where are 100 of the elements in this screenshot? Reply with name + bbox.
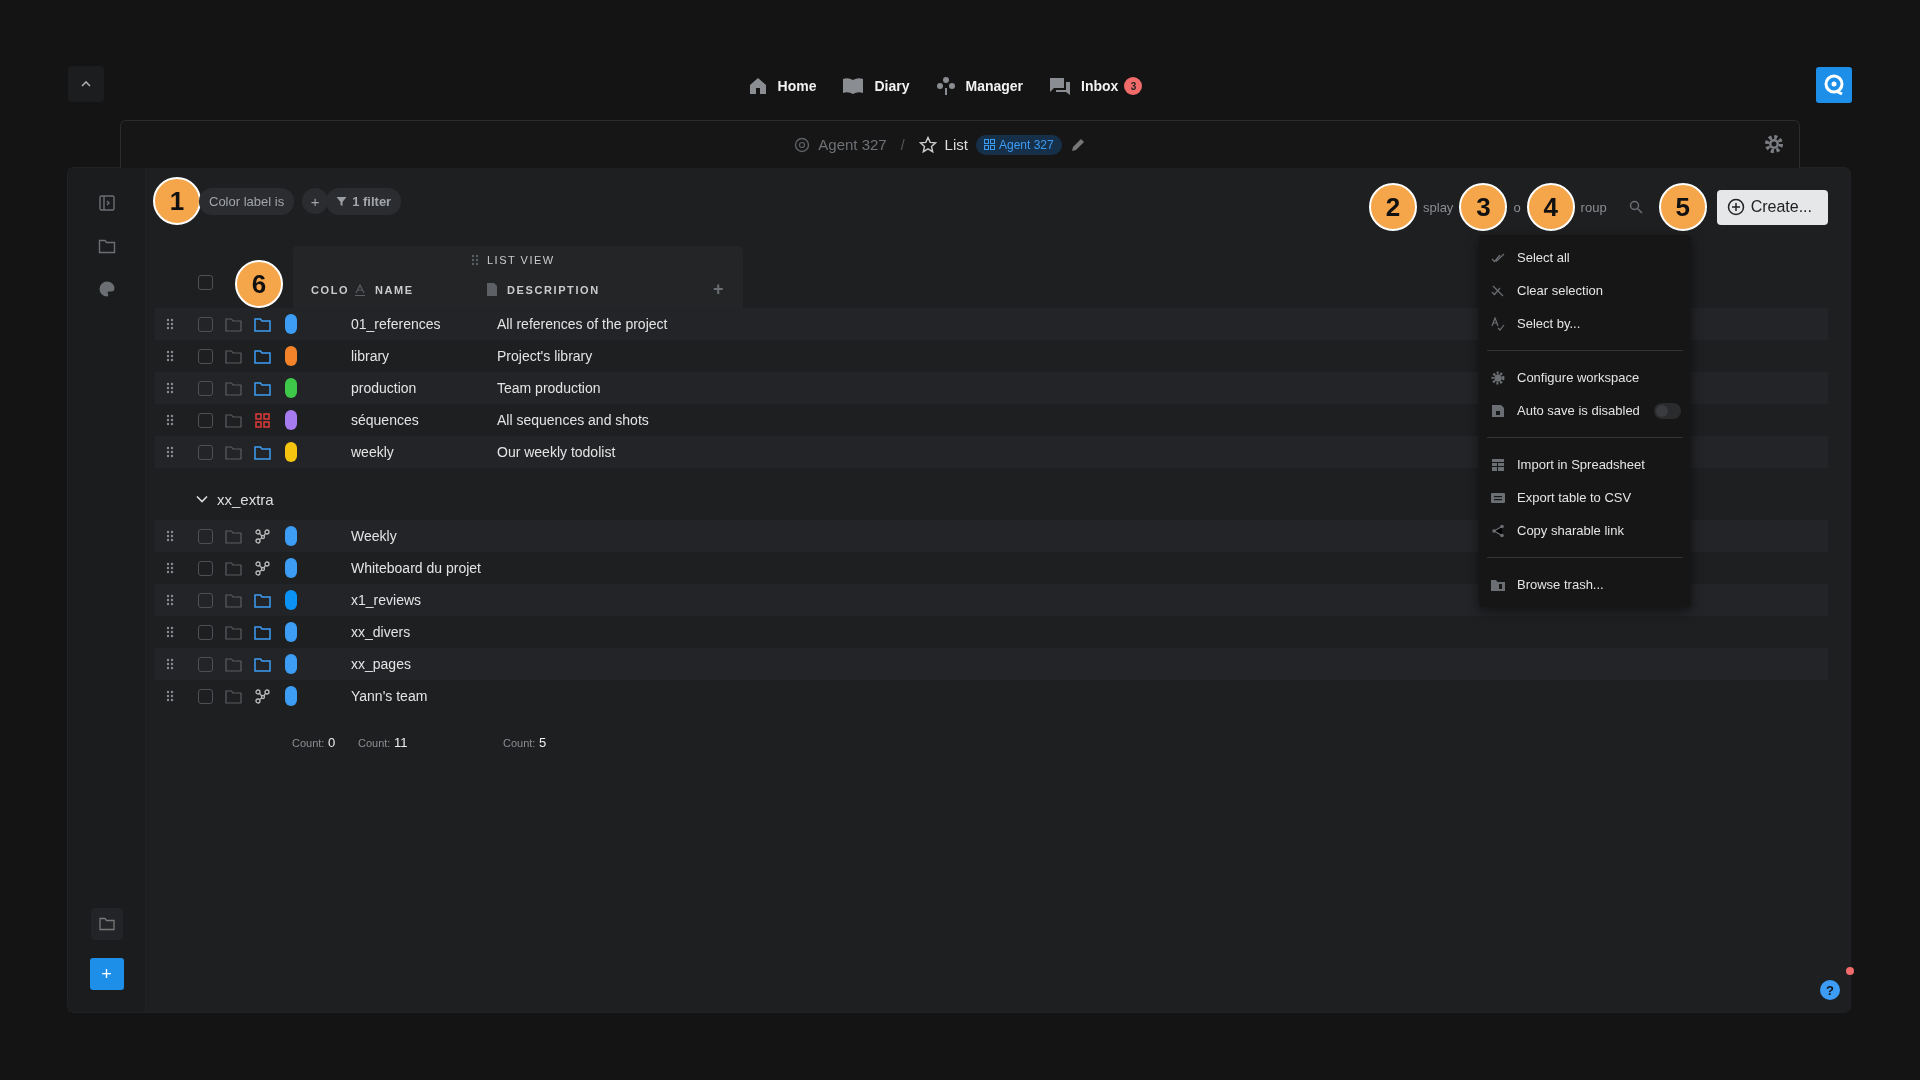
pencil-icon[interactable]: [1069, 136, 1086, 153]
color-label[interactable]: [285, 410, 297, 430]
row-checkbox[interactable]: [197, 316, 213, 332]
nav-link[interactable]: Diary: [842, 76, 910, 96]
folder-icon[interactable]: [225, 624, 242, 640]
row-checkbox[interactable]: [197, 444, 213, 460]
settings-icon[interactable]: [1763, 133, 1785, 155]
color-label[interactable]: [285, 654, 297, 674]
folder-icon[interactable]: [97, 238, 116, 254]
book-icon: [842, 76, 865, 96]
group-title[interactable]: xx_extra: [217, 490, 274, 508]
folder-icon[interactable]: [225, 656, 242, 672]
row-checkbox[interactable]: [197, 412, 213, 428]
palette-icon[interactable]: [97, 280, 116, 298]
color-label[interactable]: [285, 346, 297, 366]
panel-toggle-icon[interactable]: [97, 194, 116, 212]
create-button[interactable]: Create...: [1716, 189, 1828, 225]
folder-icon[interactable]: [225, 592, 242, 608]
color-label[interactable]: [285, 686, 297, 706]
table-cell-text: production: [350, 380, 418, 396]
group-button[interactable]: roup: [1576, 199, 1611, 215]
cross-check-icon: [1491, 283, 1505, 298]
row-checkbox[interactable]: [197, 592, 213, 608]
menu-item[interactable]: Select all: [1479, 241, 1691, 274]
folder-icon[interactable]: [225, 348, 242, 364]
drag-handle-icon[interactable]: [166, 594, 174, 606]
callout-marker: 3: [1459, 183, 1508, 231]
drag-handle-icon[interactable]: [166, 350, 174, 362]
drag-handle-icon[interactable]: [166, 626, 174, 638]
folder-icon[interactable]: [225, 444, 242, 460]
select-all-checkbox[interactable]: [197, 274, 213, 290]
aperture-icon: [794, 136, 811, 153]
column-header[interactable]: DESCRIPTION: [507, 283, 713, 296]
folder-icon[interactable]: [225, 380, 242, 396]
color-label[interactable]: [285, 314, 297, 334]
color-label[interactable]: [285, 558, 297, 578]
folder-icon[interactable]: [225, 316, 242, 332]
row-checkbox[interactable]: [197, 624, 213, 640]
color-label[interactable]: [285, 526, 297, 546]
gear-icon: [1491, 370, 1505, 385]
menu-item[interactable]: Browse trash...: [1479, 568, 1691, 601]
nodes-icon: [254, 688, 270, 704]
text-type-icon: [355, 283, 365, 296]
csv-icon: [1491, 490, 1505, 505]
menu-item[interactable]: Import in Spreadsheet: [1479, 448, 1691, 481]
workspace-tag[interactable]: Agent 327: [975, 134, 1062, 155]
folder-button[interactable]: [90, 908, 123, 940]
column-header[interactable]: NAME: [375, 283, 487, 296]
folder-icon: [253, 444, 271, 460]
color-label[interactable]: [285, 590, 297, 610]
folder-icon[interactable]: [225, 688, 242, 704]
drag-handle-icon[interactable]: [166, 658, 174, 670]
row-checkbox[interactable]: [197, 560, 213, 576]
nav-link[interactable]: Inbox 3: [1049, 76, 1143, 96]
drag-handle-icon[interactable]: [166, 446, 174, 458]
display-button[interactable]: splay: [1419, 199, 1458, 215]
filter-chip[interactable]: Color label is: [199, 187, 295, 215]
menu-item[interactable]: Auto save is disabled: [1479, 394, 1691, 427]
nodes-icon: [254, 560, 270, 576]
drag-handle-icon[interactable]: [166, 382, 174, 394]
menu-item[interactable]: Copy sharable link: [1479, 514, 1691, 547]
drag-handle-icon[interactable]: [166, 318, 174, 330]
grid-sheet-icon: [1491, 457, 1505, 472]
menu-item[interactable]: Export table to CSV: [1479, 481, 1691, 514]
drag-handle-icon[interactable]: [166, 690, 174, 702]
folder-icon[interactable]: [225, 560, 242, 576]
nodes-icon: [254, 528, 270, 544]
column-header[interactable]: COLO: [311, 283, 355, 296]
home-icon: [747, 76, 768, 96]
add-filter-button[interactable]: +: [302, 188, 329, 214]
table-cell-text: Whiteboard du projet: [350, 560, 482, 576]
color-label[interactable]: [285, 622, 297, 642]
sort-button[interactable]: o: [1509, 199, 1525, 215]
folder-icon[interactable]: [225, 412, 242, 428]
nav-link[interactable]: Home: [747, 76, 817, 96]
row-checkbox[interactable]: [197, 348, 213, 364]
search-icon[interactable]: [1628, 200, 1643, 214]
app-logo-icon[interactable]: [1816, 67, 1852, 103]
row-checkbox[interactable]: [197, 528, 213, 544]
drag-handle-icon[interactable]: [166, 414, 174, 426]
drag-handle-icon[interactable]: [166, 530, 174, 542]
drag-handle-icon[interactable]: [471, 254, 479, 266]
row-checkbox[interactable]: [197, 688, 213, 704]
row-checkbox[interactable]: [197, 656, 213, 672]
color-label[interactable]: [285, 378, 297, 398]
table-cell-text: library: [350, 348, 391, 364]
table-cell-text: Weekly: [350, 528, 398, 544]
menu-item[interactable]: Select by...: [1479, 307, 1691, 340]
row-checkbox[interactable]: [197, 380, 213, 396]
drag-handle-icon[interactable]: [166, 562, 174, 574]
menu-item[interactable]: Clear selection: [1479, 274, 1691, 307]
star-icon[interactable]: [918, 135, 937, 154]
filter-button[interactable]: 1 filter: [326, 187, 402, 215]
folder-icon[interactable]: [225, 528, 242, 544]
color-label[interactable]: [285, 442, 297, 462]
toggle-switch[interactable]: [1654, 402, 1681, 419]
nav-link[interactable]: Manager: [935, 76, 1024, 96]
workspace-link[interactable]: Agent 327: [818, 136, 887, 153]
callout-marker: 6: [235, 260, 283, 308]
menu-item[interactable]: Configure workspace: [1479, 361, 1691, 394]
